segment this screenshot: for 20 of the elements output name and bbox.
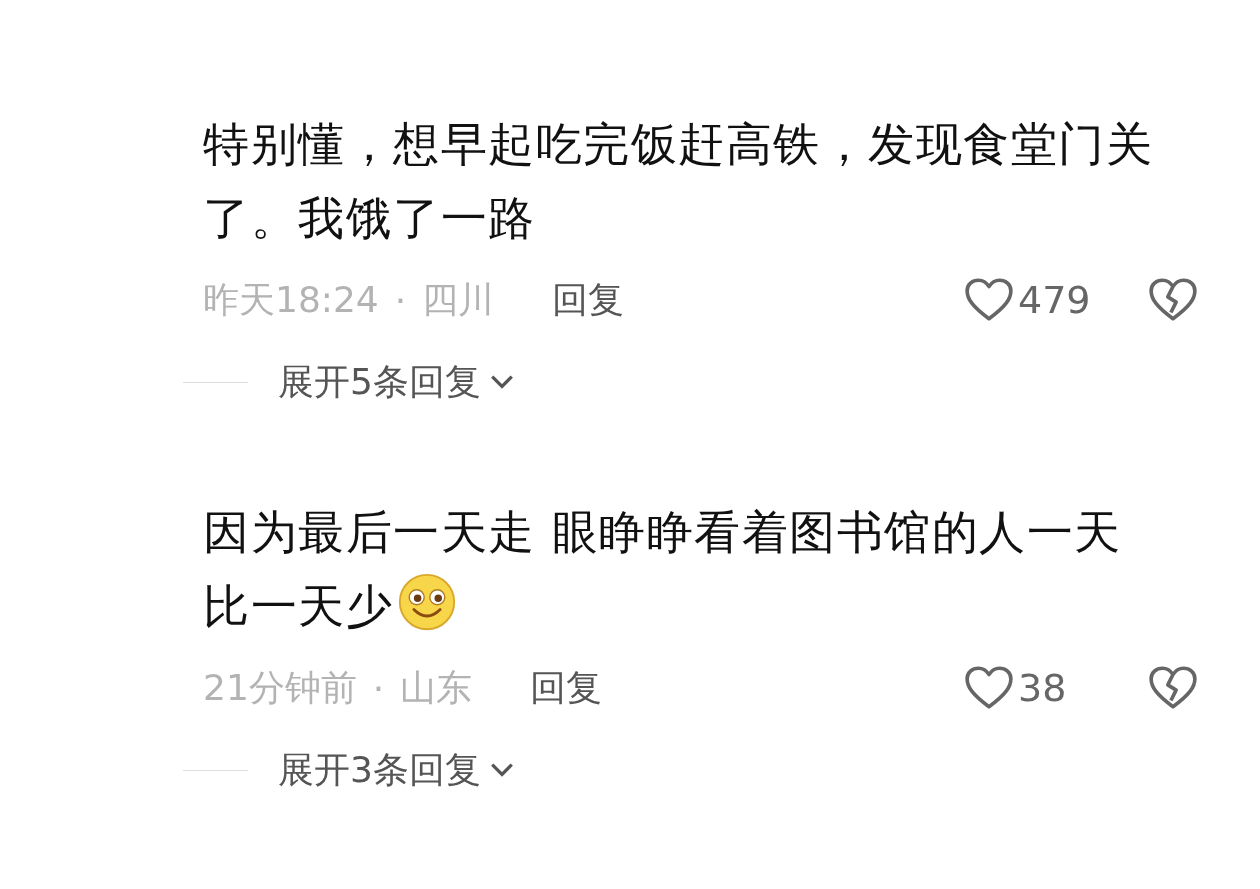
heart-icon[interactable]	[964, 277, 1014, 323]
comment-location: 山东	[400, 665, 473, 710]
comment-text: 特别懂，想早起吃完饭赶高铁，发现食堂门关 了。我饿了一路	[203, 116, 1154, 247]
heart-icon[interactable]	[964, 665, 1014, 711]
reply-link[interactable]: 回复	[530, 663, 603, 713]
separator-dot: ·	[394, 279, 407, 321]
chevron-down-icon[interactable]	[488, 373, 515, 391]
chevron-down-icon[interactable]	[488, 761, 515, 779]
comment-text: 因为最后一天走 眼睁睁看着图书馆的人一天 比一天少	[203, 504, 1123, 635]
comment-time: 21分钟前	[203, 665, 357, 710]
expand-replies-link[interactable]: 展开5条回复	[278, 357, 481, 407]
expand-replies-link[interactable]: 展开3条回复	[278, 745, 481, 795]
like-count: 479	[1018, 278, 1092, 322]
comment-time: 昨天18:24	[203, 277, 379, 322]
reply-link[interactable]: 回复	[552, 275, 625, 325]
comment-location: 四川	[422, 277, 495, 322]
separator-dot: ·	[372, 667, 385, 709]
broken-heart-icon[interactable]	[1148, 277, 1198, 323]
like-count: 38	[1018, 666, 1068, 710]
broken-heart-icon[interactable]	[1148, 665, 1198, 711]
